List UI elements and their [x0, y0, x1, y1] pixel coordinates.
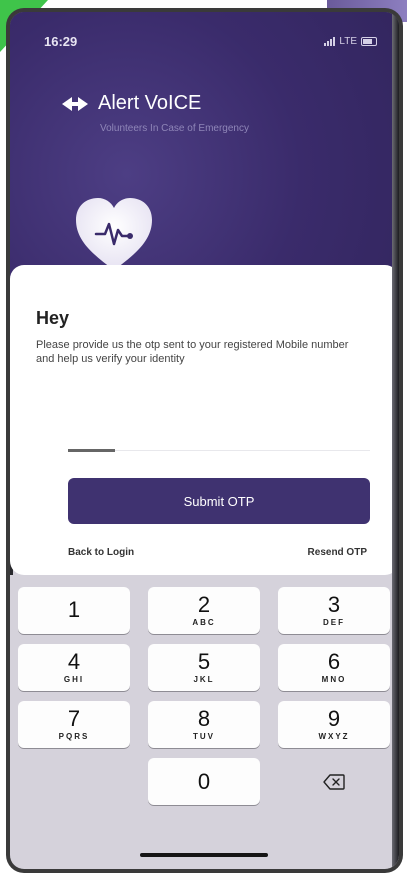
key-digit: 2 [197, 592, 211, 617]
otp-instructions: Please provide us the otp sent to your r… [36, 339, 349, 365]
heart-pulse-icon [72, 194, 156, 274]
key-letters: GHI [63, 675, 85, 684]
status-bar: 16:29 LTE [10, 12, 399, 52]
key-digit: 9 [327, 706, 341, 731]
key-digit: 5 [197, 649, 211, 674]
home-indicator[interactable] [140, 853, 268, 857]
key-letters: DEF [323, 618, 345, 627]
key-9[interactable]: 9 WXYZ [278, 701, 390, 748]
numeric-keypad: 1 2 ABC 3 DEF 4 GHI 5 JKL 6 MNO 7 PQRS 8… [10, 575, 399, 869]
key-digit: 6 [327, 649, 341, 674]
otp-card: Hey Please provide us the otp sent to yo… [10, 265, 399, 575]
signal-icon [324, 37, 336, 46]
key-digit: 4 [67, 649, 81, 674]
delete-key[interactable] [278, 758, 390, 805]
key-0[interactable]: 0 [148, 758, 260, 805]
battery-icon [361, 37, 377, 46]
key-digit: 8 [197, 706, 211, 731]
app-name: Alert VoICE [98, 92, 202, 114]
screenshot-page: 16:29 LTE Alert VoICE Volunteers In Case [0, 0, 407, 875]
key-4[interactable]: 4 GHI [18, 644, 130, 691]
key-digit: 0 [197, 768, 211, 794]
key-3[interactable]: 3 DEF [278, 587, 390, 634]
key-5[interactable]: 5 JKL [148, 644, 260, 691]
key-letters: WXYZ [318, 732, 350, 741]
alert-voice-logo-icon [62, 96, 88, 111]
otp-input-cursor [68, 449, 115, 452]
key-letters: MNO [321, 675, 347, 684]
status-time: 16:29 [44, 34, 78, 49]
key-7[interactable]: 7 PQRS [18, 701, 130, 748]
key-digit: 1 [67, 596, 81, 622]
submit-otp-button[interactable]: Submit OTP [68, 478, 370, 524]
phone-frame: 16:29 LTE Alert VoICE Volunteers In Case [10, 12, 399, 869]
brand-block: Alert VoICE Volunteers In Case of Emerge… [60, 92, 249, 134]
key-digit: 3 [327, 592, 341, 617]
key-1[interactable]: 1 [18, 587, 130, 634]
network-label: LTE [339, 36, 357, 47]
back-to-login-link[interactable]: Back to Login [68, 547, 134, 558]
status-indicators: LTE [324, 36, 377, 47]
key-digit: 7 [67, 706, 81, 731]
key-letters: PQRS [58, 732, 90, 741]
page-title: Hey [36, 308, 70, 328]
key-letters: JKL [193, 675, 215, 684]
key-6[interactable]: 6 MNO [278, 644, 390, 691]
app-header: 16:29 LTE Alert VoICE Volunteers In Case [10, 12, 399, 282]
key-letters: ABC [192, 618, 216, 627]
backspace-icon [323, 773, 345, 790]
app-tagline: Volunteers In Case of Emergency [100, 123, 249, 134]
key-letters: TUV [193, 732, 215, 741]
key-8[interactable]: 8 TUV [148, 701, 260, 748]
key-2[interactable]: 2 ABC [148, 587, 260, 634]
resend-otp-link[interactable]: Resend OTP [308, 547, 367, 558]
